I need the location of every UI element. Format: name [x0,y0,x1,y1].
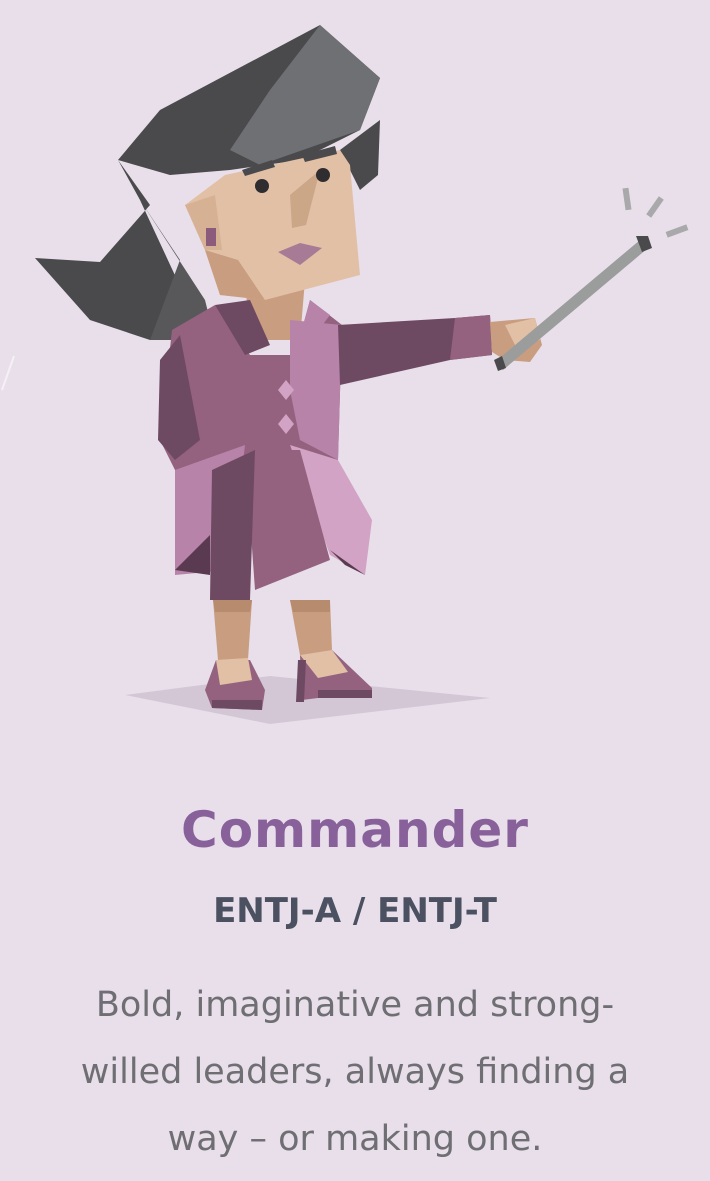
earring [206,228,216,246]
right-eye [316,168,330,182]
personality-description: Bold, imaginative and strong-willed lead… [80,985,630,1159]
personality-codes: ENTJ-A / ENTJ-T [213,891,497,931]
personality-card: Commander ENTJ-A / ENTJ-T Bold, imaginat… [0,0,710,1181]
pointer-stick-icon [494,187,689,371]
legs [213,600,332,660]
commander-illustration [0,0,710,760]
decor-line [1,355,15,391]
commander-character-icon [1,25,689,724]
left-eye [255,179,269,193]
personality-title: Commander [181,801,529,859]
